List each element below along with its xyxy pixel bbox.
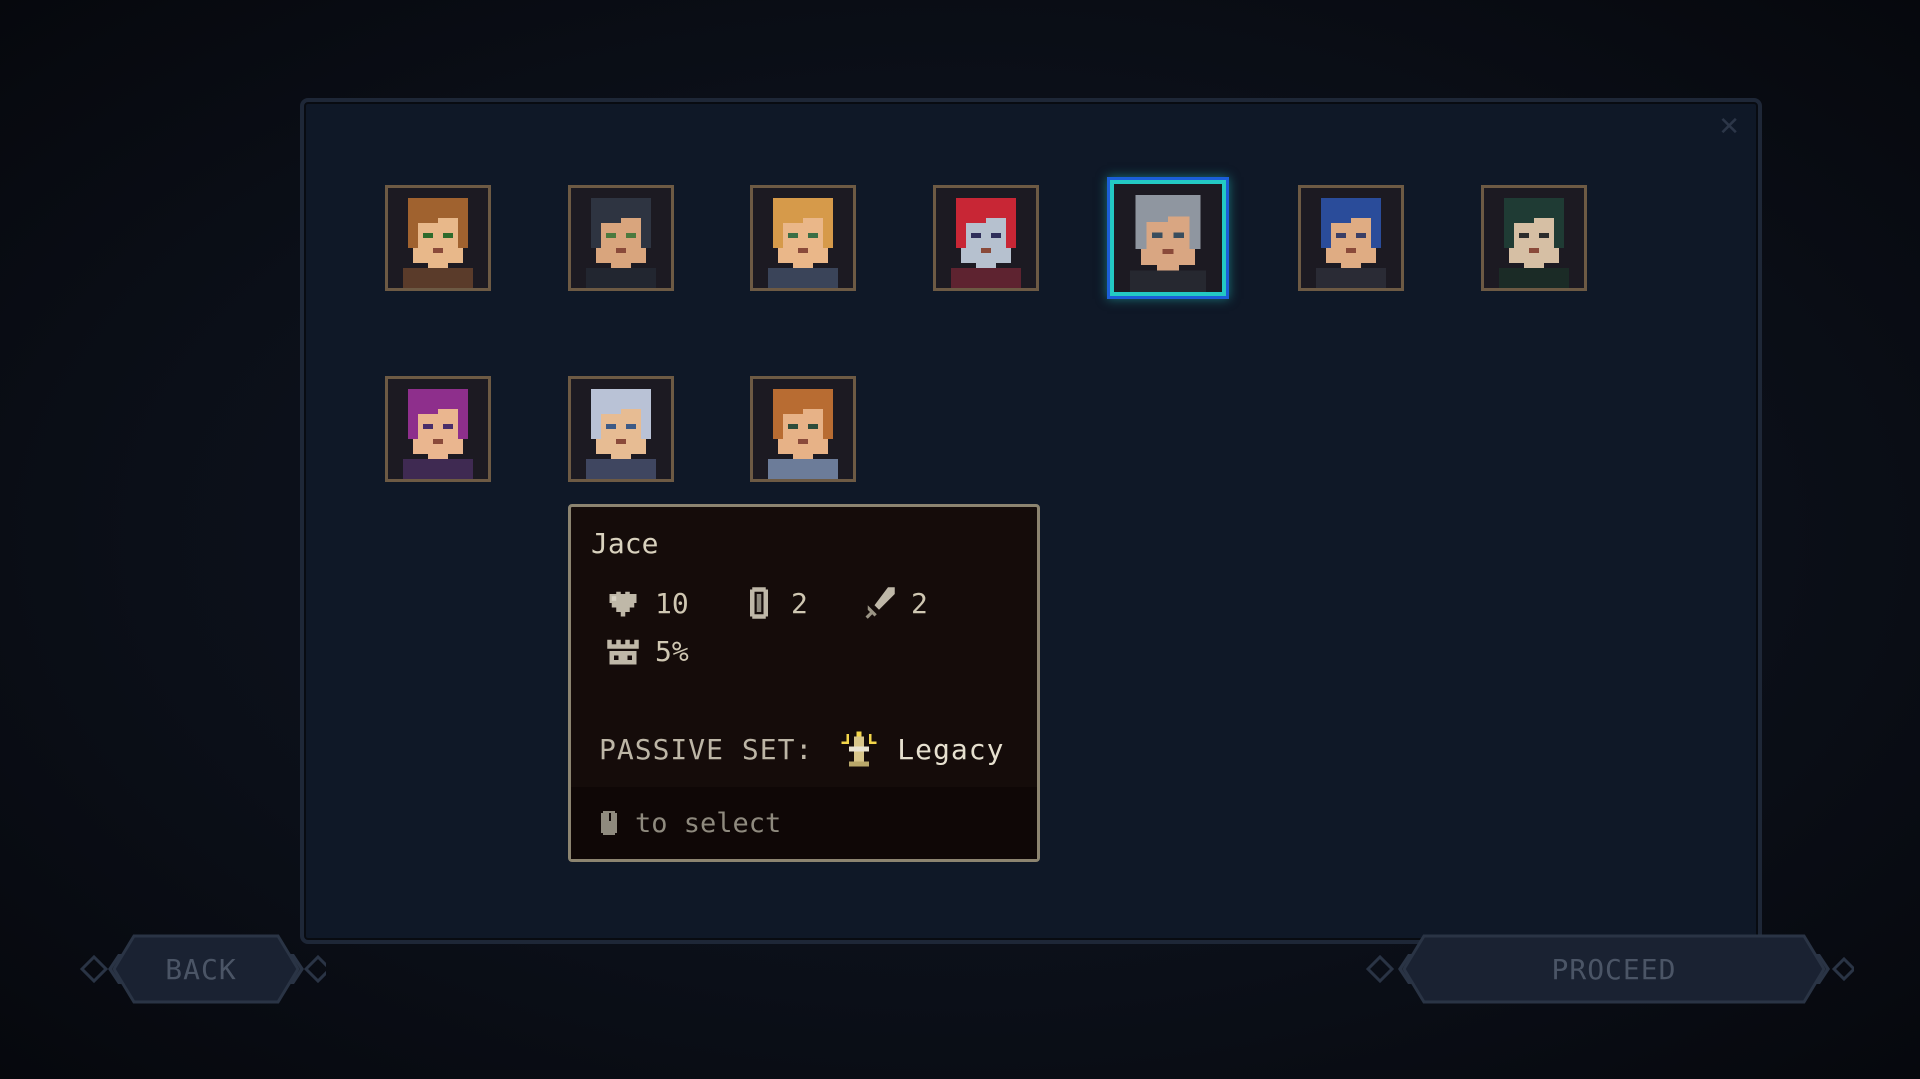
portrait-6[interactable]	[1298, 185, 1404, 291]
portrait-4[interactable]	[933, 185, 1039, 291]
character-tooltip: Jace 10 2 2 5% PASSIVE SET: Legacy to se…	[568, 504, 1040, 862]
portrait-7[interactable]	[1481, 185, 1587, 291]
character-face-icon	[1301, 188, 1401, 288]
passive-set: PASSIVE SET: Legacy	[599, 729, 1004, 769]
passive-value: Legacy	[897, 732, 1005, 766]
legacy-statue-icon	[841, 731, 877, 767]
character-face-icon	[571, 188, 671, 288]
health-stat: 10	[605, 585, 689, 621]
close-icon[interactable]: ✕	[1718, 114, 1740, 140]
character-face-icon	[388, 188, 488, 288]
shield-icon	[750, 587, 768, 619]
portrait-5-selected[interactable]	[1110, 180, 1226, 296]
character-face-icon	[1484, 188, 1584, 288]
crit-stat: 5%	[605, 633, 689, 669]
character-face-icon	[388, 379, 488, 479]
character-face-icon	[753, 379, 853, 479]
select-hint: to select	[571, 787, 1037, 859]
proceed-button[interactable]: PROCEED	[1364, 930, 1854, 1008]
character-face-icon	[753, 188, 853, 288]
mouse-icon	[601, 811, 617, 835]
character-face-icon	[1114, 184, 1222, 292]
portrait-2[interactable]	[568, 185, 674, 291]
heart-icon	[609, 591, 637, 617]
back-button[interactable]: BACK	[66, 930, 326, 1008]
sword-icon	[865, 587, 895, 619]
castle-icon	[607, 639, 639, 665]
portrait-1[interactable]	[385, 185, 491, 291]
armor-stat: 2	[741, 585, 808, 621]
attack-stat: 2	[861, 585, 928, 621]
portrait-3[interactable]	[750, 185, 856, 291]
character-face-icon	[571, 379, 671, 479]
character-face-icon	[936, 188, 1036, 288]
portrait-9[interactable]	[568, 376, 674, 482]
passive-label: PASSIVE SET:	[599, 732, 814, 766]
portrait-10[interactable]	[750, 376, 856, 482]
character-name: Jace	[591, 527, 659, 560]
portrait-8[interactable]	[385, 376, 491, 482]
